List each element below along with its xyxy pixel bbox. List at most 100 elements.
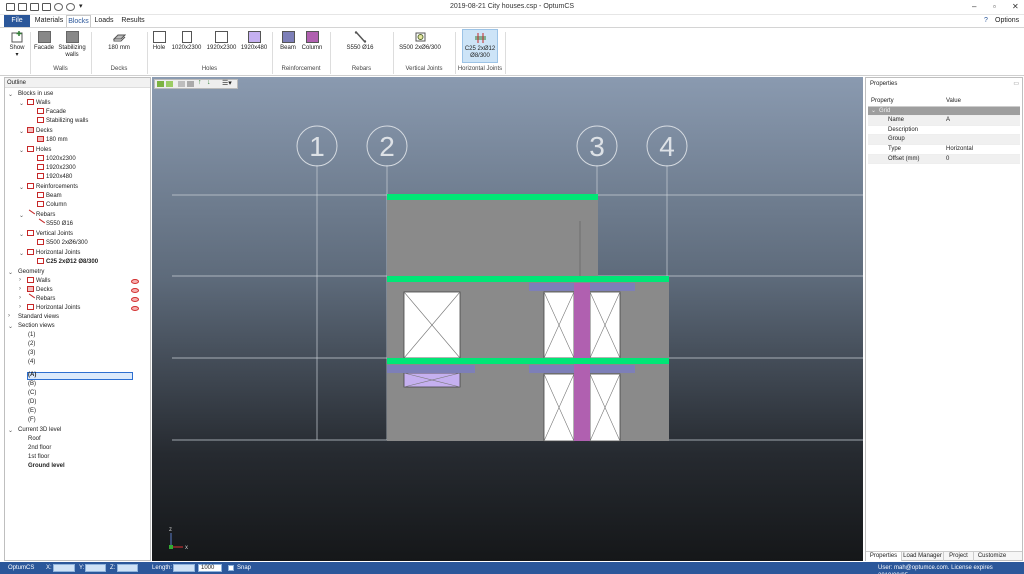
close-button[interactable]: ✕ bbox=[1012, 2, 1019, 11]
level-2nd-floor[interactable]: 2nd floor bbox=[28, 444, 51, 453]
property-row-type[interactable]: Type Horizontal bbox=[868, 145, 1020, 155]
tree-item-rebars[interactable]: Rebars bbox=[25, 209, 55, 220]
tab-file[interactable]: File bbox=[4, 15, 30, 27]
deck-1st-floor[interactable] bbox=[387, 358, 669, 364]
tab-blocks[interactable]: Blocks bbox=[66, 15, 91, 27]
property-value[interactable]: A bbox=[946, 116, 950, 126]
snap-checkbox[interactable] bbox=[228, 565, 234, 571]
collapse-icon[interactable]: ⌄ bbox=[19, 128, 24, 135]
tree-item-blocks-in-use[interactable]: Blocks in use bbox=[18, 90, 53, 99]
pin-icon[interactable]: ▭ bbox=[1013, 80, 1019, 87]
tree-item-rebar-s550[interactable]: S550 Ø16 bbox=[35, 218, 73, 229]
tree-item-geom-rebars[interactable]: Rebars bbox=[25, 293, 55, 304]
property-row-name[interactable]: Name A bbox=[868, 116, 1020, 126]
x-coordinate-field[interactable] bbox=[53, 564, 75, 572]
tree-item-geom-walls[interactable]: Walls bbox=[27, 277, 50, 286]
section-view-4[interactable]: (4) bbox=[28, 358, 35, 367]
tree-item-deck-180[interactable]: 180 mm bbox=[37, 136, 68, 145]
stabilizing-walls-button[interactable]: Stabilizing walls bbox=[56, 31, 88, 59]
section-view-2[interactable]: (2) bbox=[28, 340, 35, 349]
tree-item-standard-views[interactable]: Standard views bbox=[18, 313, 59, 322]
expand-icon[interactable]: › bbox=[19, 304, 21, 310]
collapse-icon[interactable]: ⌄ bbox=[8, 323, 13, 330]
collapse-icon[interactable]: ⌄ bbox=[19, 147, 24, 154]
deck-roof[interactable] bbox=[387, 194, 598, 200]
tree-item-hjoint-c25[interactable]: C25 2xØ12 Ø8/300 bbox=[37, 258, 98, 267]
tree-item-horizontal-joints[interactable]: Horizontal Joints bbox=[27, 249, 80, 258]
tree-item-vjoint-s500[interactable]: S500 2xØ6/300 bbox=[37, 239, 88, 248]
hole-1920x480-button[interactable]: 1920x480 bbox=[240, 31, 268, 52]
beam-lower-left[interactable] bbox=[387, 365, 475, 373]
property-value[interactable]: 0 bbox=[946, 155, 949, 165]
expand-icon[interactable]: › bbox=[19, 295, 21, 301]
section-view-1[interactable]: (1) bbox=[28, 331, 35, 340]
help-icon[interactable]: ? bbox=[984, 17, 988, 24]
z-coordinate-field[interactable] bbox=[117, 564, 138, 572]
tree-item-geom-horizontal-joints[interactable]: Horizontal Joints bbox=[27, 304, 80, 313]
tree-item-section-views[interactable]: Section views bbox=[18, 322, 55, 331]
expand-icon[interactable]: › bbox=[8, 313, 10, 319]
hole-upper-right[interactable] bbox=[589, 291, 621, 359]
collapse-icon[interactable]: ⌄ bbox=[19, 184, 24, 191]
collapse-icon[interactable]: ⌄ bbox=[19, 231, 24, 238]
property-row-offset[interactable]: Offset (mm) 0 bbox=[868, 154, 1020, 165]
tree-item-geometry[interactable]: Geometry bbox=[18, 268, 44, 277]
tab-materials[interactable]: Materials bbox=[34, 15, 64, 27]
property-group-row[interactable]: ⌄ Grid bbox=[868, 106, 1020, 117]
section-view-f[interactable]: (F) bbox=[28, 416, 36, 425]
collapse-icon[interactable]: ⌄ bbox=[19, 212, 24, 219]
tree-item-walls[interactable]: Walls bbox=[27, 99, 50, 108]
column-button[interactable]: Column bbox=[300, 31, 324, 52]
wall-upper[interactable] bbox=[387, 197, 598, 280]
scale-field[interactable]: 1000 bbox=[198, 564, 222, 572]
minimize-button[interactable]: – bbox=[972, 2, 976, 11]
tree-item-hole-1020x2300[interactable]: 1020x2300 bbox=[37, 155, 76, 164]
collapse-icon[interactable]: ⌄ bbox=[19, 100, 24, 107]
facade-button[interactable]: Facade bbox=[33, 31, 55, 52]
hole-1020x2300-button[interactable]: 1020x2300 bbox=[171, 31, 202, 52]
hole-lower-left-small[interactable] bbox=[403, 372, 461, 388]
tree-item-beam[interactable]: Beam bbox=[37, 192, 62, 201]
vertical-joint-button[interactable]: S500 2xØ6/300 bbox=[398, 31, 442, 52]
visibility-eye-icon[interactable] bbox=[131, 288, 139, 293]
hole-1920x2300-button[interactable]: 1920x2300 bbox=[206, 31, 237, 52]
hole-upper-left[interactable] bbox=[403, 291, 461, 359]
expand-icon[interactable]: › bbox=[19, 277, 21, 283]
show-button[interactable]: Show ▾ bbox=[5, 31, 29, 59]
hole-upper-mid[interactable] bbox=[543, 291, 575, 359]
tab-load-manager[interactable]: Load Manager bbox=[902, 552, 944, 561]
collapse-icon[interactable]: ⌄ bbox=[8, 427, 13, 434]
horizontal-joint-button[interactable]: C25 2xØ12 Ø8/300 bbox=[462, 29, 498, 63]
tree-item-stabilizing-walls[interactable]: Stabilizing walls bbox=[37, 117, 88, 126]
tree-item-hole-1920x2300[interactable]: 1920x2300 bbox=[37, 164, 76, 173]
hole-lower-right[interactable] bbox=[589, 373, 621, 442]
level-roof[interactable]: Roof bbox=[28, 435, 41, 444]
collapse-icon[interactable]: ⌄ bbox=[8, 269, 13, 276]
tree-item-decks[interactable]: Decks bbox=[27, 127, 53, 136]
section-view-3[interactable]: (3) bbox=[28, 349, 35, 358]
tree-item-facade[interactable]: Facade bbox=[37, 108, 66, 117]
section-view-d[interactable]: (D) bbox=[28, 398, 36, 407]
tab-loads[interactable]: Loads bbox=[93, 15, 115, 27]
property-value[interactable]: Horizontal bbox=[946, 145, 973, 155]
visibility-eye-icon[interactable] bbox=[131, 297, 139, 302]
tab-project[interactable]: Project bbox=[944, 552, 974, 561]
tree-item-vertical-joints[interactable]: Vertical Joints bbox=[27, 230, 73, 239]
3d-viewport[interactable]: ↑ ↓ ☰▾ 1 2 3 4 z x bbox=[152, 77, 863, 561]
collapse-icon[interactable]: ⌄ bbox=[8, 91, 13, 98]
rebar-s550-button[interactable]: S550 Ø16 bbox=[344, 31, 376, 52]
length-field[interactable] bbox=[173, 564, 195, 572]
hole-button[interactable]: Hole bbox=[150, 31, 168, 52]
tree-item-current-3d-level[interactable]: Current 3D level bbox=[18, 426, 61, 435]
hole-lower-mid[interactable] bbox=[543, 373, 575, 442]
tree-item-reinforcements[interactable]: Reinforcements bbox=[27, 183, 78, 192]
visibility-eye-icon[interactable] bbox=[131, 306, 139, 311]
group-collapse-icon[interactable]: ⌄ bbox=[871, 107, 876, 117]
visibility-eye-icon[interactable] bbox=[131, 279, 139, 284]
tree-item-holes[interactable]: Holes bbox=[27, 146, 51, 155]
tab-properties[interactable]: Properties bbox=[866, 552, 902, 561]
expand-icon[interactable]: › bbox=[19, 286, 21, 292]
property-row-description[interactable]: Description bbox=[868, 126, 1020, 136]
section-view-a[interactable]: (A) bbox=[28, 371, 36, 380]
deck-2nd-floor[interactable] bbox=[387, 276, 669, 282]
